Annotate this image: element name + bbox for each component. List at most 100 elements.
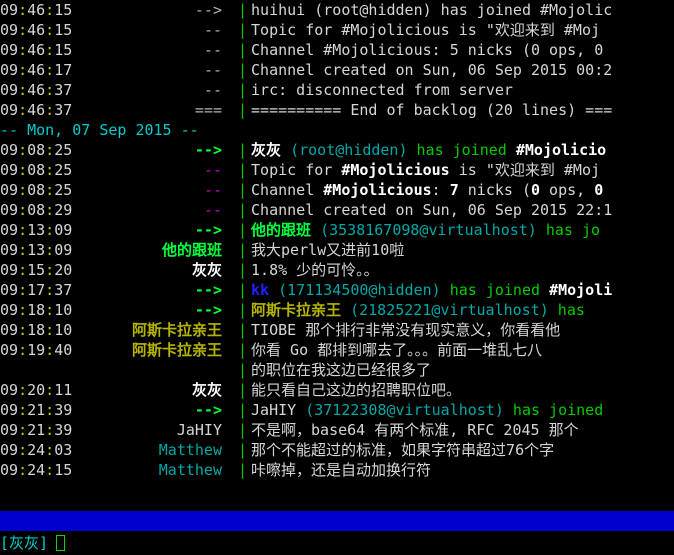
line-message: Channel created on Sun, 06 Sep 2015 22:1 <box>251 201 613 219</box>
line-timestamp: 09:13:09 <box>0 221 73 239</box>
line-nick: 灰灰 <box>191 381 222 399</box>
line-timestamp: 09:20:11 <box>0 381 73 399</box>
line-message: 灰灰 (root@hidden) has joined #Mojolicio <box>251 141 607 159</box>
line-nick: 他的跟班 <box>161 241 222 259</box>
text-cursor <box>56 535 66 551</box>
chat-line: 09:13:09 他的跟班 | 我大perlw又进前10啦 <box>0 240 674 260</box>
line-separator: | <box>229 161 248 179</box>
line-event-marker: --> <box>194 301 222 319</box>
line-separator: | <box>229 321 248 339</box>
line-timestamp: 09:13:09 <box>0 241 73 259</box>
chat-line: 09:19:40 阿斯卡拉亲王 | 你看 Go 都排到哪去了。。。前面一堆乱七八 <box>0 340 674 360</box>
line-message: irc: disconnected from server <box>251 81 513 99</box>
line-message: ========== End of backlog (20 lines) === <box>251 101 613 119</box>
line-message: 不是啊，base64 有两个标准, RFC 2045 那个 <box>251 421 579 439</box>
line-nick: 阿斯卡拉亲王 <box>131 321 222 339</box>
line-message: 能只看自己这边的招聘职位吧。 <box>251 381 462 399</box>
line-timestamp: 09:08:25 <box>0 181 73 199</box>
chat-line: 09:46:15 -- | Topic for #Mojolicious is "… <box>0 20 674 40</box>
status-bar[interactable]: [09:27] [6] [irc/127.0.0.1] 3:#Mojolicio… <box>0 511 674 531</box>
line-message: 你看 Go 都排到哪去了。。。前面一堆乱七八 <box>251 341 543 359</box>
line-nick: Matthew <box>158 441 222 459</box>
line-timestamp: 09:46:15 <box>0 1 73 19</box>
line-separator: | <box>229 101 248 119</box>
chat-line: 09:21:39 --> | JaHIY (37122308@virtualhos… <box>0 400 674 420</box>
backlog-block: 09:46:15 --> | huihui (root@hidden) has j… <box>0 0 674 120</box>
line-nick: JaHIY <box>176 421 222 439</box>
line-separator: | <box>229 201 248 219</box>
line-timestamp: 09:08:29 <box>0 201 73 219</box>
line-timestamp: 09:24:15 <box>0 461 73 479</box>
line-timestamp: 09:19:40 <box>0 341 73 359</box>
line-event-marker: --> <box>194 141 222 159</box>
date-separator: -- Mon, 07 Sep 2015 -- <box>0 121 199 139</box>
line-separator: | <box>229 1 248 19</box>
line-separator: | <box>229 361 248 379</box>
line-timestamp: 09:21:39 <box>0 421 73 439</box>
line-event-marker: -- <box>203 21 222 39</box>
line-separator: | <box>229 421 248 439</box>
line-timestamp: 09:18:10 <box>0 301 73 319</box>
line-separator: | <box>229 281 248 299</box>
chat-line: 09:46:17 -- | Channel created on Sun, 06 … <box>0 60 674 80</box>
line-message: 咔嚓掉，还是自动加换行符 <box>251 461 432 479</box>
line-timestamp: 09:46:37 <box>0 101 73 119</box>
chat-line: 09:08:25 -- | Channel #Mojolicious: 7 nic… <box>0 180 674 200</box>
chat-line: 09:08:25 --> | 灰灰 (root@hidden) has joine… <box>0 140 674 160</box>
line-message: huihui (root@hidden) has joined #Mojolic <box>251 1 613 19</box>
line-timestamp: 09:24:03 <box>0 441 73 459</box>
line-separator: | <box>229 461 248 479</box>
line-separator: | <box>229 341 248 359</box>
line-message: 我大perlw又进前10啦 <box>251 241 405 259</box>
line-separator: | <box>229 381 248 399</box>
chat-scrollback[interactable]: 09:46:15 --> | huihui (root@hidden) has j… <box>0 0 674 511</box>
line-message: 他的跟班 (3538167098@virtualhost) has jo <box>251 221 601 239</box>
line-message: Channel #Mojolicious: 7 nicks (0 ops, 0 <box>251 181 604 199</box>
chat-line: 09:24:03 Matthew | 那个不能超过的标准，如果字符串超过76个字 <box>0 440 674 460</box>
line-event-marker: -- <box>203 201 222 219</box>
line-timestamp: 09:46:15 <box>0 21 73 39</box>
line-timestamp: 09:46:37 <box>0 81 73 99</box>
chat-line: 09:46:15 --> | huihui (root@hidden) has j… <box>0 0 674 20</box>
line-separator: | <box>229 241 248 259</box>
line-timestamp: 09:21:39 <box>0 401 73 419</box>
line-separator: | <box>229 401 248 419</box>
line-separator: | <box>229 21 248 39</box>
line-nick: 阿斯卡拉亲王 <box>131 341 222 359</box>
line-timestamp: 09:08:25 <box>0 141 73 159</box>
chat-line: 09:13:09 --> | 他的跟班 (3538167098@virtualho… <box>0 220 674 240</box>
chat-line: 09:18:10 阿斯卡拉亲王 | TIOBE 那个排行非常没有现实意义，你看看他 <box>0 320 674 340</box>
chat-line: | 的职位在我这边已经很多了 <box>0 360 674 380</box>
line-message: Channel created on Sun, 06 Sep 2015 00:2 <box>251 61 613 79</box>
line-separator: | <box>229 141 248 159</box>
line-event-marker: -- <box>203 61 222 79</box>
line-event-marker: --> <box>194 401 222 419</box>
line-separator: | <box>229 181 248 199</box>
input-line[interactable]: [灰灰] <box>0 531 674 555</box>
line-message: 那个不能超过的标准，如果字符串超过76个字 <box>251 441 555 459</box>
line-timestamp: 09:46:15 <box>0 41 73 59</box>
line-timestamp: 09:17:37 <box>0 281 73 299</box>
line-event-marker: === <box>194 101 222 119</box>
line-message: JaHIY (37122308@virtualhost) has joined <box>251 401 613 419</box>
line-event-marker: --> <box>194 221 222 239</box>
line-message: 的职位在我这边已经很多了 <box>251 361 432 379</box>
chat-line: 09:46:37 === | ========== End of backlog … <box>0 100 674 120</box>
line-message: Topic for #Mojolicious is "欢迎来到 #Moj <box>251 21 601 39</box>
line-event-marker: --> <box>194 281 222 299</box>
input-prompt: [灰灰] <box>0 534 49 552</box>
terminal-window: 09:46:15 --> | huihui (root@hidden) has j… <box>0 0 674 555</box>
line-separator: | <box>229 81 248 99</box>
messages-block: 09:08:25 --> | 灰灰 (root@hidden) has joine… <box>0 140 674 480</box>
chat-line: 09:18:10 --> | 阿斯卡拉亲王 (21825221@virtualho… <box>0 300 674 320</box>
line-nick: 灰灰 <box>191 261 222 279</box>
line-message: kk (171134500@hidden) has joined #Mojoli <box>251 281 613 299</box>
chat-line: 09:46:37 -- | irc: disconnected from serv… <box>0 80 674 100</box>
line-event-marker: --> <box>194 1 222 19</box>
line-event-marker: -- <box>203 161 222 179</box>
line-separator: | <box>229 261 248 279</box>
line-message: Channel #Mojolicious: 5 nicks (0 ops, 0 <box>251 41 604 59</box>
chat-line: 09:46:15 -- | Channel #Mojolicious: 5 nic… <box>0 40 674 60</box>
chat-line: 09:08:25 -- | Topic for #Mojolicious is "… <box>0 160 674 180</box>
line-separator: | <box>229 441 248 459</box>
